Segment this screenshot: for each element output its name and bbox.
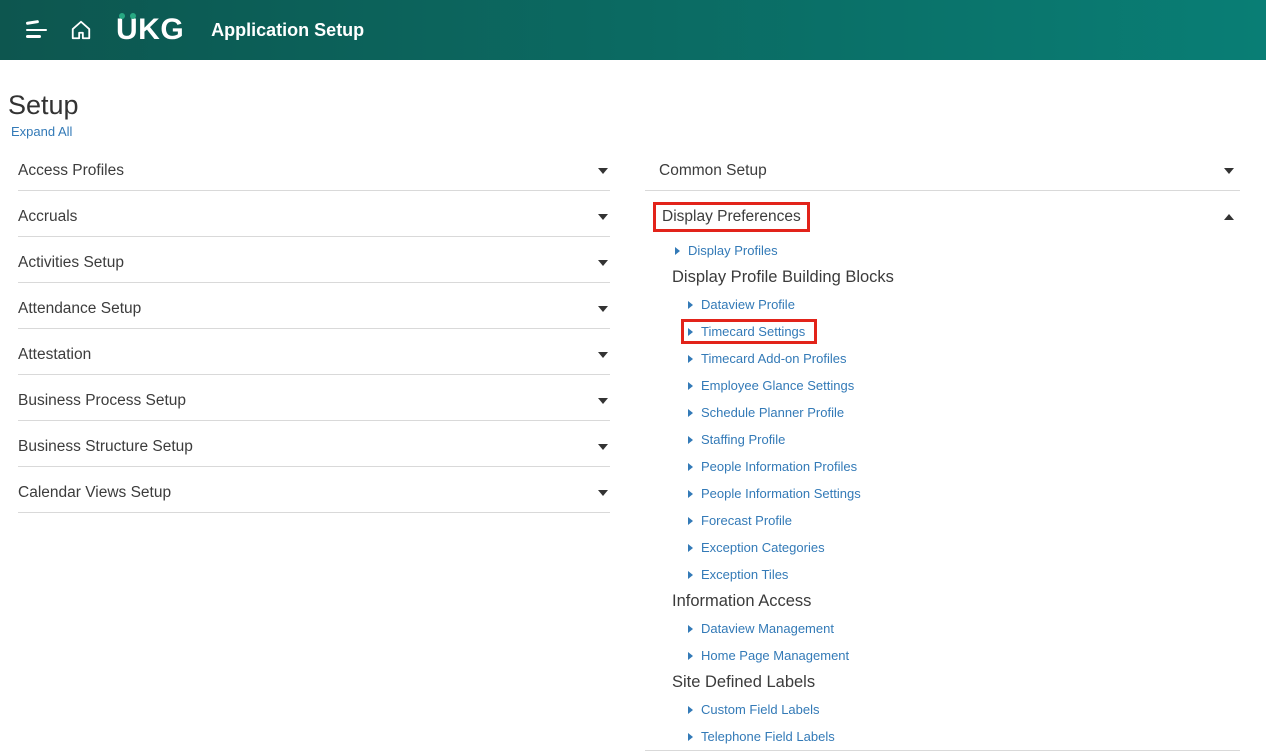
expanded-section-display-preferences: Display Profiles Display Profile Buildin…	[645, 237, 1240, 751]
ukg-logo: UKG	[116, 0, 184, 60]
expand-all-link[interactable]: Expand All	[11, 124, 72, 139]
nav-link-people-information-profiles[interactable]: People Information Profiles	[645, 453, 1240, 480]
nav-link-label: Timecard Add-on Profiles	[701, 351, 846, 366]
nav-link-schedule-planner-profile[interactable]: Schedule Planner Profile	[645, 399, 1240, 426]
nav-link-timecard-add-on-profiles[interactable]: Timecard Add-on Profiles	[645, 345, 1240, 372]
section-label: Activities Setup	[18, 254, 124, 272]
section-label: Business Process Setup	[18, 392, 186, 410]
section-common-setup[interactable]: Common Setup	[645, 151, 1240, 191]
section-activities-setup[interactable]: Activities Setup	[18, 243, 610, 283]
nav-link-label: Exception Categories	[701, 540, 825, 555]
expand-arrow-icon	[688, 463, 693, 471]
app-title: Application Setup	[211, 20, 364, 41]
group-heading-display-profile-building-blocks: Display Profile Building Blocks	[645, 264, 1240, 291]
nav-link-label: Staffing Profile	[701, 432, 785, 447]
section-label: Accruals	[18, 208, 77, 226]
nav-link-label: Exception Tiles	[701, 567, 788, 582]
nav-link-label: People Information Profiles	[701, 459, 857, 474]
expand-arrow-icon	[688, 436, 693, 444]
nav-link-telephone-field-labels[interactable]: Telephone Field Labels	[645, 723, 1240, 750]
expand-arrow-icon	[688, 382, 693, 390]
logo-text: UKG	[116, 13, 184, 47]
group-heading-label: Display Profile Building Blocks	[672, 268, 894, 287]
nav-link-exception-categories[interactable]: Exception Categories	[645, 534, 1240, 561]
section-display-preferences[interactable]: Display Preferences	[645, 197, 1240, 237]
app-header: UKG Application Setup	[0, 0, 1266, 60]
section-attendance-setup[interactable]: Attendance Setup	[18, 289, 610, 329]
chevron-down-icon	[598, 444, 608, 450]
expand-arrow-icon	[688, 625, 693, 633]
expand-arrow-icon	[688, 706, 693, 714]
nav-link-custom-field-labels[interactable]: Custom Field Labels	[645, 696, 1240, 723]
nav-link-label: Custom Field Labels	[701, 702, 820, 717]
nav-link-label: Employee Glance Settings	[701, 378, 854, 393]
expand-arrow-icon	[688, 544, 693, 552]
group-heading-information-access: Information Access	[645, 588, 1240, 615]
annotation-highlight: Timecard Settings	[681, 319, 817, 344]
section-label: Common Setup	[659, 162, 767, 180]
expand-arrow-icon	[688, 328, 693, 336]
menu-icon[interactable]	[26, 22, 48, 38]
nav-link-employee-glance-settings[interactable]: Employee Glance Settings	[645, 372, 1240, 399]
expand-arrow-icon	[688, 409, 693, 417]
nav-link-home-page-management[interactable]: Home Page Management	[645, 642, 1240, 669]
section-label: Business Structure Setup	[18, 438, 193, 456]
group-heading-site-defined-labels: Site Defined Labels	[645, 669, 1240, 696]
chevron-up-icon	[1224, 214, 1234, 220]
chevron-down-icon	[598, 490, 608, 496]
right-column: Common Setup Display Preferences Display…	[645, 151, 1240, 751]
nav-link-timecard-settings[interactable]: Timecard Settings	[645, 318, 1240, 345]
nav-link-label: Home Page Management	[701, 648, 849, 663]
expand-arrow-icon	[688, 301, 693, 309]
expand-arrow-icon	[675, 247, 680, 255]
section-business-structure-setup[interactable]: Business Structure Setup	[18, 427, 610, 467]
section-access-profiles[interactable]: Access Profiles	[18, 151, 610, 191]
section-accruals[interactable]: Accruals	[18, 197, 610, 237]
section-business-process-setup[interactable]: Business Process Setup	[18, 381, 610, 421]
expand-arrow-icon	[688, 517, 693, 525]
nav-link-label: Dataview Profile	[701, 297, 795, 312]
section-label: Attestation	[18, 346, 91, 364]
nav-link-label: People Information Settings	[701, 486, 861, 501]
expand-arrow-icon	[688, 490, 693, 498]
chevron-down-icon	[1224, 168, 1234, 174]
logo-dot-icon	[130, 13, 136, 19]
nav-link-exception-tiles[interactable]: Exception Tiles	[645, 561, 1240, 588]
chevron-down-icon	[598, 260, 608, 266]
nav-link-dataview-management[interactable]: Dataview Management	[645, 615, 1240, 642]
annotation-highlight: Display Preferences	[653, 202, 810, 232]
nav-link-label: Timecard Settings	[701, 324, 805, 339]
nav-link-label: Dataview Management	[701, 621, 834, 636]
group-heading-label: Information Access	[672, 592, 811, 611]
nav-link-label: Telephone Field Labels	[701, 729, 835, 744]
nav-link-dataview-profile[interactable]: Dataview Profile	[645, 291, 1240, 318]
section-label: Attendance Setup	[18, 300, 141, 318]
section-attestation[interactable]: Attestation	[18, 335, 610, 375]
section-label: Calendar Views Setup	[18, 484, 171, 502]
expand-arrow-icon	[688, 652, 693, 660]
expand-arrow-icon	[688, 571, 693, 579]
left-column: Access Profiles Accruals Activities Setu…	[18, 151, 610, 751]
logo-dot-icon	[119, 13, 125, 19]
nav-link-label: Display Profiles	[688, 243, 778, 258]
nav-link-staffing-profile[interactable]: Staffing Profile	[645, 426, 1240, 453]
expand-arrow-icon	[688, 733, 693, 741]
chevron-down-icon	[598, 306, 608, 312]
home-icon[interactable]	[70, 19, 92, 41]
nav-link-label: Schedule Planner Profile	[701, 405, 844, 420]
chevron-down-icon	[598, 352, 608, 358]
chevron-down-icon	[598, 398, 608, 404]
nav-link-label: Forecast Profile	[701, 513, 792, 528]
nav-link-people-information-settings[interactable]: People Information Settings	[645, 480, 1240, 507]
page-title: Setup	[8, 90, 1266, 121]
chevron-down-icon	[598, 168, 608, 174]
nav-link-forecast-profile[interactable]: Forecast Profile	[645, 507, 1240, 534]
nav-link-display-profiles[interactable]: Display Profiles	[645, 237, 1240, 264]
setup-columns: Access Profiles Accruals Activities Setu…	[0, 151, 1266, 751]
chevron-down-icon	[598, 214, 608, 220]
section-label: Access Profiles	[18, 162, 124, 180]
group-heading-label: Site Defined Labels	[672, 673, 815, 692]
section-calendar-views-setup[interactable]: Calendar Views Setup	[18, 473, 610, 513]
expand-arrow-icon	[688, 355, 693, 363]
